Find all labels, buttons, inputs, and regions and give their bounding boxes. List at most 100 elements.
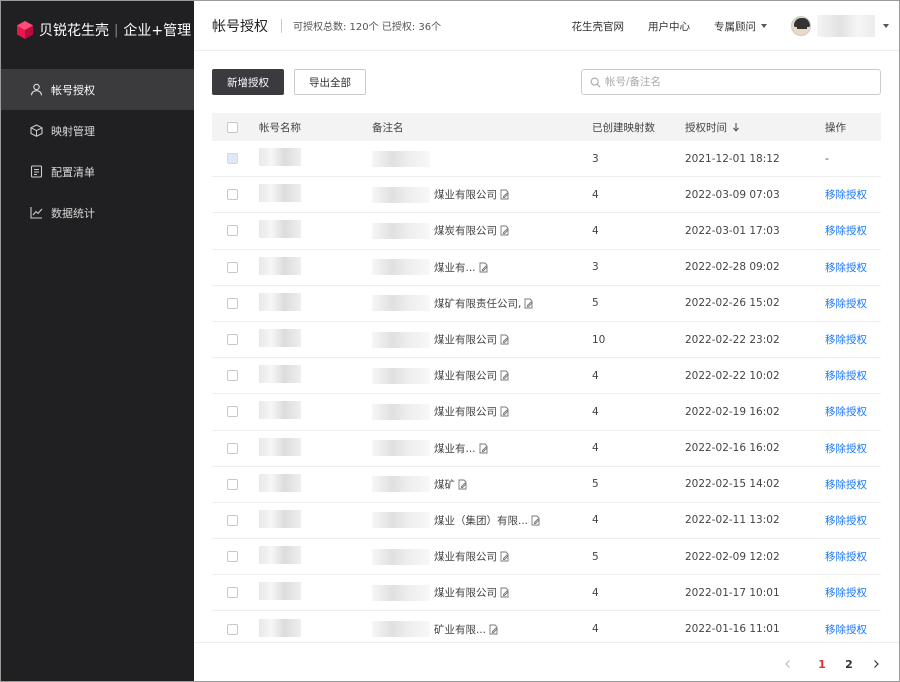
edit-note-icon[interactable] (499, 334, 510, 345)
row-checkbox[interactable] (227, 370, 238, 382)
sidebar-item-mapping[interactable]: 映射管理 (1, 110, 194, 151)
user-center-link[interactable]: 用户中心 (648, 19, 690, 34)
sidebar-item-account-auth[interactable]: 帐号授权 (1, 69, 194, 110)
select-all-checkbox[interactable] (227, 121, 238, 133)
note-name-redacted (372, 440, 430, 457)
account-name-redacted (259, 148, 301, 167)
row-checkbox[interactable] (227, 623, 238, 635)
app-window: 贝锐花生壳 | 企业+管理 帐号授权 映射管理 配置清单 数据统计 帐号授权 可… (0, 0, 900, 682)
remove-auth-link[interactable]: 移除授权 (825, 585, 881, 600)
export-all-button[interactable]: 导出全部 (294, 69, 366, 95)
edit-note-icon[interactable] (499, 189, 510, 200)
remove-auth-link[interactable]: 移除授权 (825, 441, 881, 456)
remove-auth-link[interactable]: 移除授权 (825, 260, 881, 275)
sidebar-nav: 帐号授权 映射管理 配置清单 数据统计 (1, 69, 194, 233)
account-name-redacted (259, 618, 301, 637)
note-name-redacted (372, 186, 430, 203)
remove-auth-link[interactable]: 移除授权 (825, 477, 881, 492)
user-menu[interactable] (791, 15, 889, 37)
prev-page-button[interactable] (777, 655, 799, 673)
row-checkbox[interactable] (227, 225, 238, 237)
remove-auth-link[interactable]: 移除授权 (825, 513, 881, 528)
remove-auth-link[interactable]: 移除授权 (825, 187, 881, 202)
table-footer: 1 2 (194, 642, 899, 681)
edit-note-icon[interactable] (478, 262, 489, 273)
sidebar-item-statistics[interactable]: 数据统计 (1, 192, 194, 233)
row-checkbox[interactable] (227, 297, 238, 309)
edit-note-icon[interactable] (530, 515, 541, 526)
auth-time: 2021-12-01 18:12 (685, 152, 780, 165)
consultant-label: 专属顾问 (714, 20, 756, 33)
table-row: 煤业有... 3 2022-02-28 09:02 移除授权 (212, 250, 881, 286)
edit-note-icon[interactable] (499, 225, 510, 236)
edit-note-icon[interactable] (457, 479, 468, 490)
col-auth-time[interactable]: 授权时间 (685, 120, 825, 135)
brand-logo[interactable]: 贝锐花生壳 | 企业+管理 (1, 1, 194, 59)
row-checkbox[interactable] (227, 189, 238, 201)
row-checkbox[interactable] (227, 478, 238, 490)
auth-time: 2022-03-09 07:03 (685, 188, 780, 201)
mapping-count: 4 (592, 442, 599, 455)
auth-time: 2022-02-22 23:02 (685, 333, 780, 346)
auth-time: 2022-02-15 14:02 (685, 478, 780, 491)
auth-summary: 可授权总数: 120个 已授权: 36个 (293, 22, 442, 33)
note-name-redacted (372, 548, 430, 565)
auth-time: 2022-01-16 11:01 (685, 623, 780, 636)
edit-note-icon[interactable] (499, 406, 510, 417)
row-checkbox[interactable] (227, 334, 238, 346)
search-box (581, 69, 881, 95)
account-name-redacted (259, 509, 301, 528)
remove-auth-link[interactable]: 移除授权 (825, 404, 881, 419)
cube-icon (30, 124, 43, 137)
account-name-redacted (259, 582, 301, 601)
row-checkbox[interactable] (227, 406, 238, 418)
note-name-redacted (372, 476, 430, 493)
edit-note-icon[interactable] (499, 551, 510, 562)
table-row: 煤业有限公司 5 2022-02-09 12:02 移除授权 (212, 539, 881, 576)
edit-note-icon[interactable] (478, 443, 489, 454)
note-name-redacted (372, 403, 430, 420)
note-text: 煤业（集团）有限... (434, 514, 529, 527)
remove-auth-link[interactable]: 移除授权 (825, 622, 881, 637)
page-2-button[interactable]: 2 (838, 655, 860, 673)
auth-time: 2022-02-16 16:02 (685, 442, 780, 455)
remove-auth-link[interactable]: 移除授权 (825, 223, 881, 238)
remove-auth-link[interactable]: 移除授权 (825, 296, 881, 311)
row-checkbox[interactable] (227, 153, 238, 165)
edit-note-icon[interactable] (523, 298, 534, 309)
row-checkbox[interactable] (227, 442, 238, 454)
note-text: 煤矿 (434, 478, 455, 491)
sidebar-item-config-list[interactable]: 配置清单 (1, 151, 194, 192)
note-name-redacted (372, 331, 430, 348)
next-page-button[interactable] (865, 655, 887, 673)
row-checkbox[interactable] (227, 551, 238, 563)
mapping-count: 5 (592, 550, 599, 563)
row-checkbox[interactable] (227, 514, 238, 526)
note-name-redacted (372, 150, 430, 167)
consultant-dropdown[interactable]: 专属顾问 (714, 19, 767, 34)
sort-down-icon[interactable] (732, 122, 740, 132)
mapping-count: 4 (592, 188, 599, 201)
mapping-count: 4 (592, 586, 599, 599)
search-input[interactable] (605, 76, 865, 88)
auth-table: 帐号名称 备注名 已创建映射数 授权时间 操作 3 2021-12-01 18:1… (212, 113, 881, 648)
table-header: 帐号名称 备注名 已创建映射数 授权时间 操作 (212, 113, 881, 141)
remove-auth-link[interactable]: 移除授权 (825, 368, 881, 383)
account-name-redacted (259, 220, 301, 239)
page-1-button[interactable]: 1 (811, 655, 833, 673)
mapping-count: 3 (592, 261, 599, 274)
official-site-link[interactable]: 花生壳官网 (572, 19, 625, 34)
note-name-redacted (372, 259, 430, 276)
edit-note-icon[interactable] (499, 370, 510, 381)
edit-note-icon[interactable] (488, 624, 499, 635)
chevron-down-icon (761, 24, 767, 28)
remove-auth-link[interactable]: 移除授权 (825, 549, 881, 564)
table-row: 煤业有限公司 10 2022-02-22 23:02 移除授权 (212, 322, 881, 359)
row-checkbox[interactable] (227, 587, 238, 599)
add-auth-button[interactable]: 新增授权 (212, 69, 284, 95)
row-checkbox[interactable] (227, 261, 238, 273)
edit-note-icon[interactable] (499, 587, 510, 598)
brand-name: 贝锐花生壳 (39, 23, 109, 39)
remove-auth-link[interactable]: 移除授权 (825, 332, 881, 347)
col-mapping-count: 已创建映射数 (592, 121, 655, 134)
